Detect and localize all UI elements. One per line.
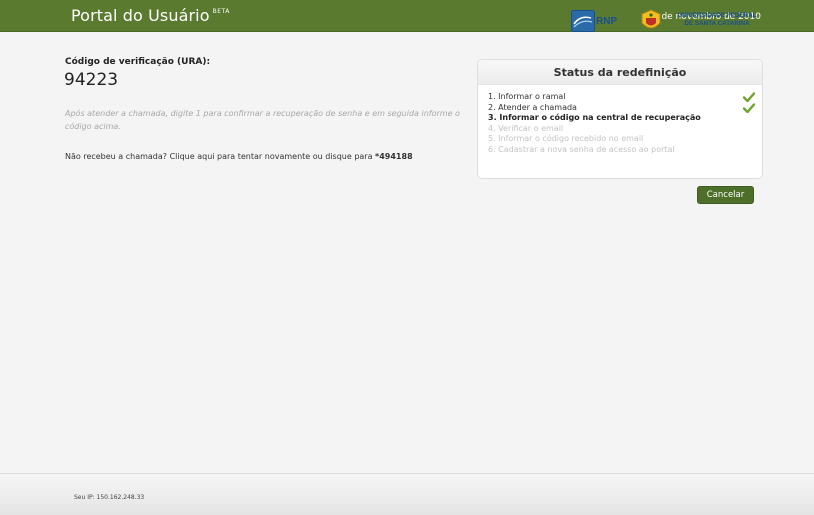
status-panel-header: Status da redefinição xyxy=(478,60,762,85)
verification-code: 94223 xyxy=(64,70,119,90)
status-panel: Status da redefinição 1. Informar o rama… xyxy=(477,59,763,179)
redial-message: Não recebeu a chamada? Clique aqui para … xyxy=(65,152,413,161)
check-icon xyxy=(743,92,755,102)
step-item: 6. Cadastrar a nova senha de acesso ao p… xyxy=(488,144,675,154)
cancel-button[interactable]: Cancelar xyxy=(697,186,754,204)
step-item: 2. Atender a chamada xyxy=(488,103,758,114)
step-item: 1. Informar o ramal xyxy=(488,92,758,103)
step-item: 5. Informar o código recebido no email xyxy=(488,134,644,144)
ip-address: Seu IP: 150.162.248.33 xyxy=(74,494,145,501)
step-list: 1. Informar o ramal 2. Atender a chamada… xyxy=(488,92,758,156)
phone-number: *494188 xyxy=(375,152,413,161)
step-item: 4. Verificar o email xyxy=(488,123,564,133)
rnp-logo-text: RNP xyxy=(596,16,618,27)
app-title: Portal do Usuário BETA xyxy=(71,6,230,25)
check-icon xyxy=(743,102,755,113)
footer: Seu IP: 150.162.248.33 xyxy=(0,473,814,515)
redial-link[interactable]: Não recebeu a chamada? Clique aqui para … xyxy=(65,152,375,161)
ufsc-logo-text: UNIVERSIDADE FEDERAL DE SANTA CATARINA xyxy=(677,12,757,27)
step-item: 3. Informar o código na central de recup… xyxy=(488,113,701,123)
verification-code-label: Código de verificação (URA): xyxy=(65,57,211,67)
ufsc-crest-icon[interactable] xyxy=(640,9,662,33)
beta-badge: BETA xyxy=(212,8,230,15)
instructions-text: Após atender a chamada, digite 1 para co… xyxy=(65,109,460,131)
status-panel-title: Status da redefinição xyxy=(553,66,687,79)
